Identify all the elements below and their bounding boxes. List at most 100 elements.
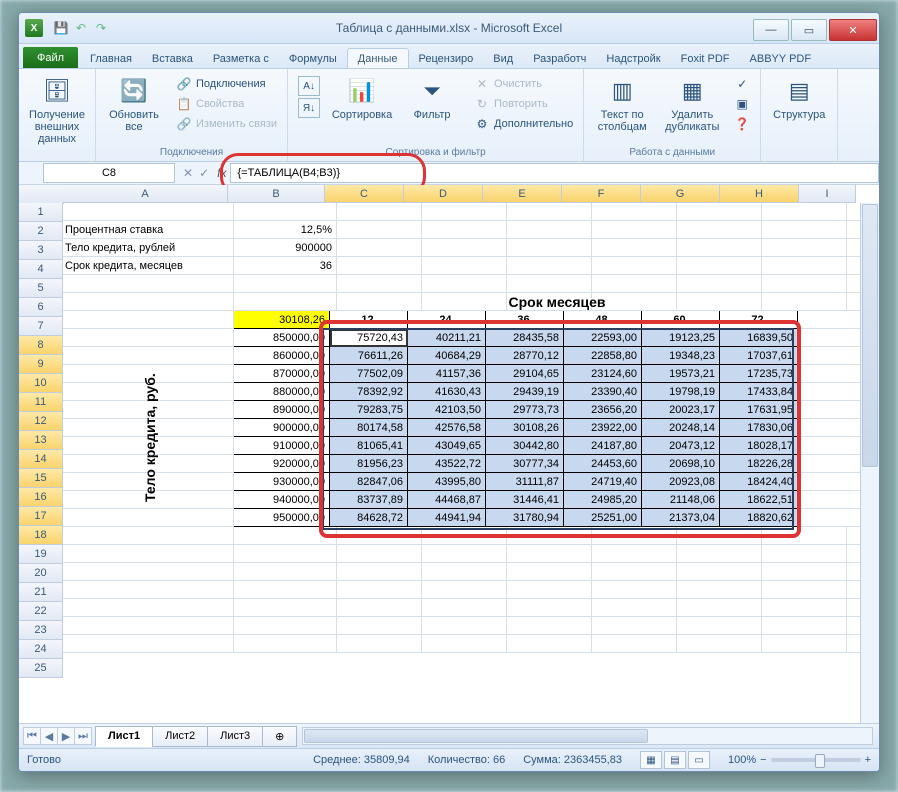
cell[interactable] xyxy=(507,617,592,635)
cell[interactable] xyxy=(762,257,847,275)
cell[interactable]: 18424,40 xyxy=(720,473,798,491)
sheet-tab[interactable]: Лист1 xyxy=(95,726,153,747)
cell[interactable] xyxy=(337,635,422,653)
cell[interactable] xyxy=(798,473,861,491)
cell[interactable] xyxy=(677,563,762,581)
cell[interactable]: 24 xyxy=(408,311,486,329)
cell[interactable] xyxy=(798,329,861,347)
cell[interactable]: 81065,41 xyxy=(330,437,408,455)
cell[interactable] xyxy=(592,239,677,257)
cell[interactable] xyxy=(507,527,592,545)
col-header[interactable]: C xyxy=(325,185,404,203)
view-pagebreak-icon[interactable]: ▭ xyxy=(688,751,710,769)
cell[interactable] xyxy=(422,599,507,617)
advanced-button[interactable]: ⚙Дополнительно xyxy=(470,115,577,133)
tab-nav-button[interactable]: ⏮ xyxy=(23,727,41,745)
cell[interactable] xyxy=(762,563,847,581)
cell[interactable]: 41630,43 xyxy=(408,383,486,401)
cell[interactable] xyxy=(422,635,507,653)
cell[interactable] xyxy=(798,347,861,365)
view-layout-icon[interactable]: ▤ xyxy=(664,751,686,769)
tab-рецензиро[interactable]: Рецензиро xyxy=(409,49,484,68)
cell[interactable] xyxy=(798,437,861,455)
row-header[interactable]: 14 xyxy=(19,450,63,469)
cell[interactable]: 930000,00 xyxy=(234,473,330,491)
cell[interactable]: 40211,21 xyxy=(408,329,486,347)
clear-filter-button[interactable]: ✕Очистить xyxy=(470,75,577,93)
enter-icon[interactable]: ✓ xyxy=(199,166,209,180)
external-data-button[interactable]: 🗄 Получение внешних данных xyxy=(25,73,89,147)
cell[interactable] xyxy=(592,527,677,545)
cell[interactable]: 20248,14 xyxy=(642,419,720,437)
cell[interactable]: 12 xyxy=(330,311,408,329)
col-header[interactable]: G xyxy=(641,185,720,203)
cell[interactable]: 79283,75 xyxy=(330,401,408,419)
row-header[interactable]: 23 xyxy=(19,621,63,640)
row-header[interactable]: 2 xyxy=(19,222,63,241)
formula-bar[interactable]: {=ТАБЛИЦА(B4;B3)} xyxy=(230,163,879,183)
cell[interactable]: 29104,65 xyxy=(486,365,564,383)
row-header[interactable]: 3 xyxy=(19,241,63,260)
cell[interactable] xyxy=(422,257,507,275)
cell[interactable] xyxy=(63,527,234,545)
cell[interactable]: 75720,43 xyxy=(330,329,408,347)
row-header[interactable]: 4 xyxy=(19,260,63,279)
cell[interactable]: 18028,17 xyxy=(720,437,798,455)
cell[interactable] xyxy=(422,581,507,599)
cell[interactable] xyxy=(422,617,507,635)
edit-links-button[interactable]: 🔗Изменить связи xyxy=(172,115,281,133)
cell[interactable]: 28770,12 xyxy=(486,347,564,365)
cell[interactable]: 80174,58 xyxy=(330,419,408,437)
cell[interactable] xyxy=(847,545,861,563)
cell[interactable] xyxy=(234,581,337,599)
cell[interactable]: Процентная ставка xyxy=(63,221,234,239)
row-header[interactable]: 17 xyxy=(19,507,63,526)
cell[interactable] xyxy=(337,545,422,563)
cell[interactable] xyxy=(507,581,592,599)
select-all-corner[interactable] xyxy=(19,185,64,204)
row-header[interactable]: 15 xyxy=(19,469,63,488)
cell[interactable]: 81956,23 xyxy=(330,455,408,473)
col-header[interactable]: F xyxy=(562,185,641,203)
tab-nav-button[interactable]: ▶ xyxy=(57,727,75,745)
cell[interactable] xyxy=(592,257,677,275)
insert-sheet-button[interactable]: ⊕ xyxy=(262,726,297,747)
cell[interactable]: 20698,10 xyxy=(642,455,720,473)
cell[interactable] xyxy=(592,221,677,239)
cell[interactable] xyxy=(507,545,592,563)
cell[interactable]: 78392,92 xyxy=(330,383,408,401)
col-header[interactable]: B xyxy=(228,185,325,203)
cell[interactable]: 850000,00 xyxy=(234,329,330,347)
cell[interactable]: 29439,19 xyxy=(486,383,564,401)
properties-button[interactable]: 📋Свойства xyxy=(172,95,281,113)
tab-abbyy pdf[interactable]: ABBYY PDF xyxy=(740,49,822,68)
col-header[interactable]: I xyxy=(799,185,856,203)
cell[interactable]: 20923,08 xyxy=(642,473,720,491)
row-header[interactable]: 22 xyxy=(19,602,63,621)
cell[interactable] xyxy=(507,599,592,617)
cell[interactable]: 42103,50 xyxy=(408,401,486,419)
cell[interactable]: 900000,00 xyxy=(234,419,330,437)
cell[interactable]: 19573,21 xyxy=(642,365,720,383)
scroll-thumb[interactable] xyxy=(862,204,878,467)
cell[interactable] xyxy=(798,491,861,509)
cell[interactable] xyxy=(762,617,847,635)
tab-foxit pdf[interactable]: Foxit PDF xyxy=(671,49,740,68)
cell[interactable] xyxy=(63,293,234,311)
cell[interactable]: 890000,00 xyxy=(234,401,330,419)
cell[interactable] xyxy=(847,527,861,545)
cell[interactable] xyxy=(337,239,422,257)
row-header[interactable]: 9 xyxy=(19,355,63,374)
connections-button[interactable]: 🔗Подключения xyxy=(172,75,281,93)
cell[interactable] xyxy=(677,527,762,545)
cell[interactable] xyxy=(798,311,861,329)
cell[interactable] xyxy=(847,239,861,257)
tab-вид[interactable]: Вид xyxy=(483,49,523,68)
cell[interactable] xyxy=(592,617,677,635)
cell[interactable]: 28435,58 xyxy=(486,329,564,347)
row-header[interactable]: 1 xyxy=(19,203,63,222)
row-header[interactable]: 6 xyxy=(19,298,63,317)
row-header[interactable]: 20 xyxy=(19,564,63,583)
cell[interactable] xyxy=(798,419,861,437)
cell[interactable] xyxy=(677,545,762,563)
